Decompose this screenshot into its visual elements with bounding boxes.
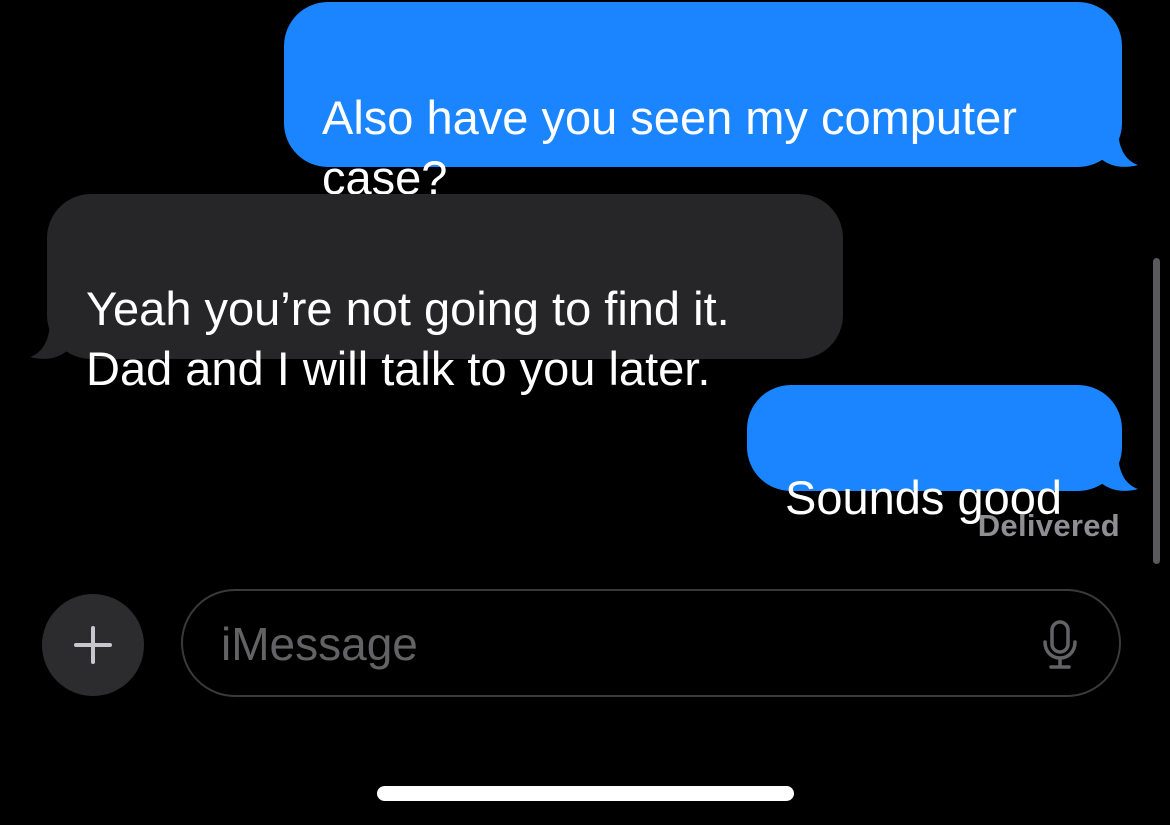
sent-message-bubble[interactable]: Also have you seen my computer case? bbox=[284, 2, 1122, 204]
message-composer[interactable] bbox=[181, 589, 1121, 697]
received-message-bubble[interactable]: Yeah you’re not going to find it. Dad an… bbox=[47, 194, 843, 395]
sent-message-bubble[interactable]: Sounds good bbox=[747, 385, 1122, 524]
scrollbar[interactable] bbox=[1153, 258, 1160, 564]
microphone-icon[interactable] bbox=[1042, 620, 1078, 670]
plus-icon bbox=[74, 626, 112, 664]
message-input[interactable] bbox=[221, 613, 1001, 675]
delivery-status: Delivered bbox=[977, 508, 1120, 543]
add-attachment-button[interactable] bbox=[42, 594, 144, 696]
message-text: Yeah you’re not going to find it. Dad an… bbox=[86, 282, 730, 395]
message-text: Also have you seen my computer case? bbox=[322, 91, 1017, 204]
home-indicator[interactable] bbox=[377, 786, 794, 801]
